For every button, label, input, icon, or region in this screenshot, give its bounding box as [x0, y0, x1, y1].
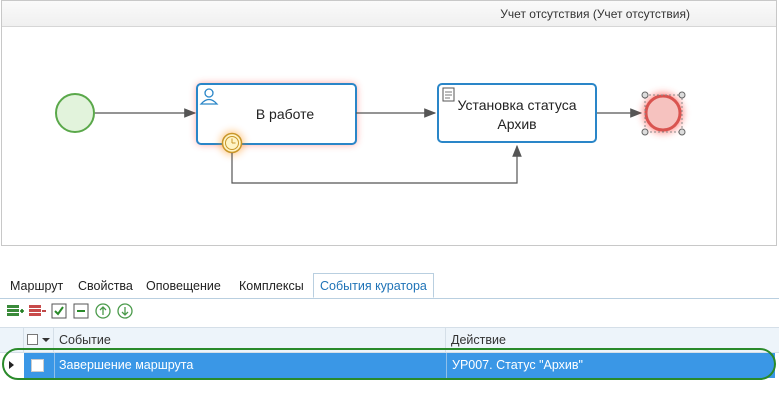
row-indicator-header: [0, 328, 24, 352]
sequence-flow-timer[interactable]: [231, 144, 522, 184]
delete-row-icon[interactable]: [28, 302, 46, 320]
check-all-icon[interactable]: [50, 302, 68, 320]
tab-properties[interactable]: Свойства: [78, 276, 133, 297]
timer-icon[interactable]: [220, 131, 244, 155]
tab-curator-events[interactable]: События куратора: [313, 273, 434, 298]
column-header-event[interactable]: Событие: [54, 328, 446, 352]
row-pointer-icon: [9, 361, 14, 369]
table-row[interactable]: Завершение маршрута УР007. Статус "Архив…: [0, 353, 779, 378]
grid-toolbar: [0, 299, 779, 323]
start-event[interactable]: [55, 93, 95, 133]
tabs-bar: Маршрут Свойства Оповещение Комплексы Со…: [0, 273, 779, 299]
move-up-icon[interactable]: [94, 302, 112, 320]
curator-events-grid: Событие Действие Завершение маршрута УР0…: [0, 323, 779, 393]
chevron-down-icon[interactable]: [42, 338, 50, 342]
bpmn-canvas: В работе Установка статуса Архив: [55, 83, 686, 184]
cell-divider: [54, 353, 55, 378]
task-in-work[interactable]: В работе: [196, 83, 357, 145]
grid-header: Событие Действие: [0, 327, 779, 353]
move-down-icon[interactable]: [116, 302, 134, 320]
tab-notification[interactable]: Оповещение: [146, 276, 221, 297]
tab-route[interactable]: Маршрут: [10, 276, 63, 297]
add-row-icon[interactable]: [6, 302, 24, 320]
tab-complexes[interactable]: Комплексы: [239, 276, 304, 297]
cell-divider: [446, 353, 447, 378]
task-set-archive-status[interactable]: Установка статуса Архив: [437, 83, 597, 143]
end-event[interactable]: [641, 91, 686, 136]
uncheck-all-icon[interactable]: [72, 302, 90, 320]
cell-event[interactable]: Завершение маршрута: [59, 353, 193, 378]
task-archive-label-line1: Установка статуса: [458, 97, 577, 113]
column-header-action[interactable]: Действие: [446, 328, 779, 352]
select-all-checkbox[interactable]: [27, 334, 38, 345]
task-in-work-label: В работе: [256, 106, 315, 122]
cell-action[interactable]: УР007. Статус "Архив": [452, 353, 583, 378]
select-all-header[interactable]: [24, 328, 54, 352]
task-archive-label-line2: Архив: [497, 116, 536, 132]
row-checkbox[interactable]: [31, 359, 44, 372]
